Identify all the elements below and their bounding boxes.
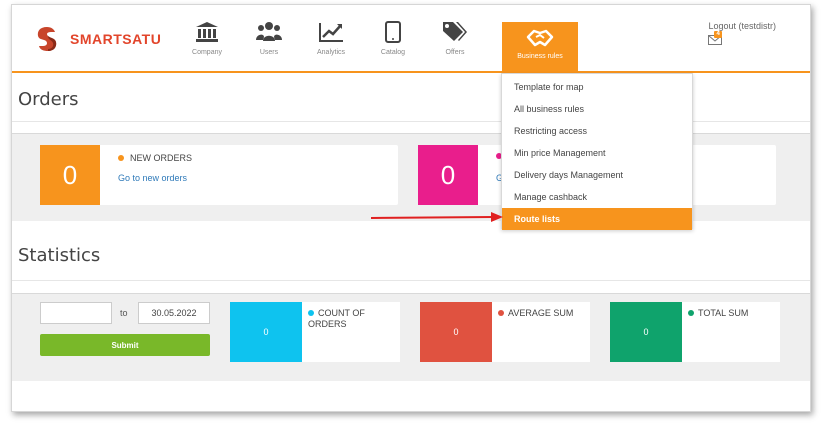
logo-mark-icon (37, 27, 57, 51)
status-dot (308, 310, 314, 316)
nav-label: Users (259, 49, 279, 56)
red-arrow-icon (370, 212, 503, 222)
handshake-icon (526, 29, 554, 47)
count-of-orders-label: COUNT OF ORDERS (308, 308, 396, 330)
nav-label: Business rules (517, 53, 563, 60)
count-of-orders-text: COUNT OF ORDERS (308, 308, 365, 329)
new-orders-label: NEW ORDERS (118, 153, 192, 163)
brand-name: SMARTSATU (70, 31, 162, 47)
second-orders-count: 0 (418, 145, 478, 205)
menu-item-template-for-map[interactable]: Template for map (502, 76, 692, 98)
nav-label: Offers (445, 49, 465, 56)
nav-company[interactable]: Company (176, 21, 238, 56)
average-sum-card: 0 AVERAGE SUM (420, 302, 590, 362)
status-dot (688, 310, 694, 316)
nav-users[interactable]: Users (238, 21, 300, 56)
count-of-orders-card: 0 COUNT OF ORDERS (230, 302, 400, 362)
menu-item-delivery-days-management[interactable]: Delivery days Management (502, 164, 692, 186)
menu-item-all-business-rules[interactable]: All business rules (502, 98, 692, 120)
app-window: SMARTSATU Company Users Analytics Catalo… (11, 4, 811, 412)
user-area: Logout (testdistr) 4 (708, 21, 776, 45)
date-to-input[interactable]: 30.05.2022 (138, 302, 210, 324)
statistics-title: Statistics (18, 245, 101, 266)
tags-icon (443, 22, 467, 41)
status-dot (498, 310, 504, 316)
mail-icon[interactable]: 4 (708, 31, 723, 45)
total-sum-text: TOTAL SUM (698, 308, 749, 318)
total-sum-card: 0 TOTAL SUM (610, 302, 780, 362)
nav-business-rules[interactable]: Business rules (502, 22, 578, 74)
top-header: SMARTSATU Company Users Analytics Catalo… (12, 5, 810, 74)
mail-count-badge: 4 (714, 31, 722, 38)
new-orders-card: 0 NEW ORDERS Go to new orders (40, 145, 398, 205)
divider (12, 280, 810, 281)
submit-button[interactable]: Submit (40, 334, 210, 356)
nav-offers[interactable]: Offers (424, 21, 486, 56)
average-sum-value: 0 (420, 302, 492, 362)
status-dot (118, 155, 124, 161)
menu-item-min-price-management[interactable]: Min price Management (502, 142, 692, 164)
business-rules-dropdown: Template for map All business rules Rest… (501, 73, 693, 230)
orders-title: Orders (18, 89, 79, 110)
total-sum-label: TOTAL SUM (688, 308, 776, 319)
logout-link[interactable]: Logout (testdistr) (708, 21, 776, 31)
total-sum-value: 0 (610, 302, 682, 362)
date-from-input[interactable] (40, 302, 112, 324)
chart-icon (319, 23, 343, 42)
nav-label: Catalog (380, 49, 406, 56)
new-orders-label-text: NEW ORDERS (130, 153, 193, 163)
average-sum-text: AVERAGE SUM (508, 308, 574, 318)
menu-item-restricting-access[interactable]: Restricting access (502, 120, 692, 142)
menu-item-route-lists[interactable]: Route lists (502, 208, 692, 230)
statistics-panel: to 30.05.2022 Submit 0 COUNT OF ORDERS 0… (12, 293, 810, 381)
brand-logo[interactable]: SMARTSATU (34, 25, 161, 53)
average-sum-label: AVERAGE SUM (498, 308, 586, 319)
count-of-orders-value: 0 (230, 302, 302, 362)
to-label: to (120, 308, 128, 318)
menu-item-manage-cashback[interactable]: Manage cashback (502, 186, 692, 208)
users-icon (256, 22, 282, 41)
nav-label: Analytics (316, 49, 345, 56)
nav-label: Company (192, 49, 222, 56)
tablet-icon (385, 21, 401, 43)
nav-catalog[interactable]: Catalog (362, 21, 424, 56)
go-to-new-orders-link[interactable]: Go to new orders (118, 173, 187, 183)
new-orders-count: 0 (40, 145, 100, 205)
main-nav: Company Users Analytics Catalog Offers (176, 21, 548, 56)
nav-analytics[interactable]: Analytics (300, 21, 362, 56)
bank-icon (196, 22, 218, 42)
